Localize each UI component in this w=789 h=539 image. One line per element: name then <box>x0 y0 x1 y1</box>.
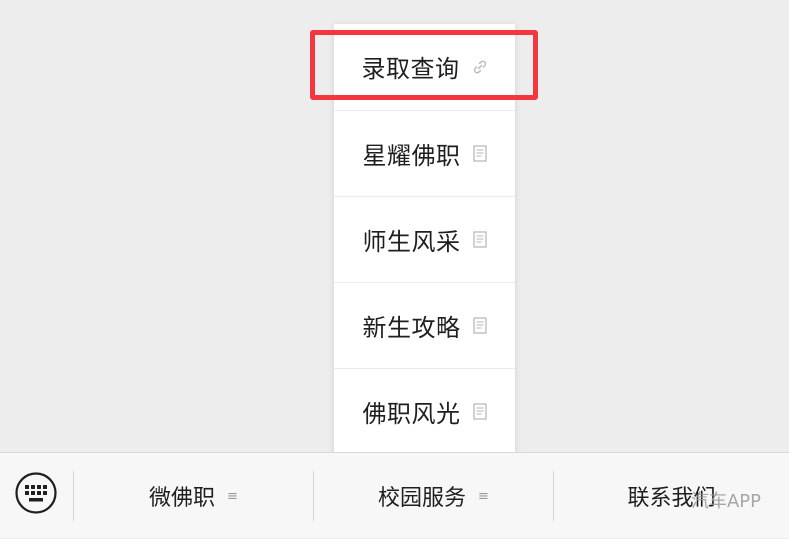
highlight-box <box>310 30 538 100</box>
bottom-menu-bar: 微佛职 ≡ 校园服务 ≡ 联系我们 汽车APP <box>0 452 789 538</box>
keyboard-icon <box>14 471 58 519</box>
article-icon <box>472 317 487 334</box>
tab-wei-fozhi[interactable]: 微佛职 ≡ <box>74 453 313 539</box>
tab-label: 校园服务 <box>378 486 467 511</box>
tab-contact-us[interactable]: 联系我们 <box>554 453 789 539</box>
menu-item-teachers-students[interactable]: 师生风采 <box>334 196 515 282</box>
keyboard-toggle-button[interactable] <box>14 471 58 519</box>
menu-item-label: 新生攻略 <box>362 314 461 342</box>
article-icon <box>472 145 487 162</box>
menu-item-freshman-guide[interactable]: 新生攻略 <box>334 282 515 368</box>
tab-label: 微佛职 <box>149 486 216 511</box>
tab-label: 联系我们 <box>627 486 716 511</box>
menu-item-star-school[interactable]: 星耀佛职 <box>334 110 515 196</box>
menu-item-campus-scenery[interactable]: 佛职风光 <box>334 368 515 454</box>
menu-item-label: 星耀佛职 <box>362 142 461 170</box>
menu-item-label: 佛职风光 <box>362 400 461 428</box>
menu-lines-icon: ≡ <box>478 488 489 504</box>
menu-lines-icon: ≡ <box>227 488 238 504</box>
menu-item-label: 师生风采 <box>362 228 461 256</box>
article-icon <box>472 231 487 248</box>
article-icon <box>472 403 487 420</box>
tab-campus-services[interactable]: 校园服务 ≡ <box>314 453 553 539</box>
